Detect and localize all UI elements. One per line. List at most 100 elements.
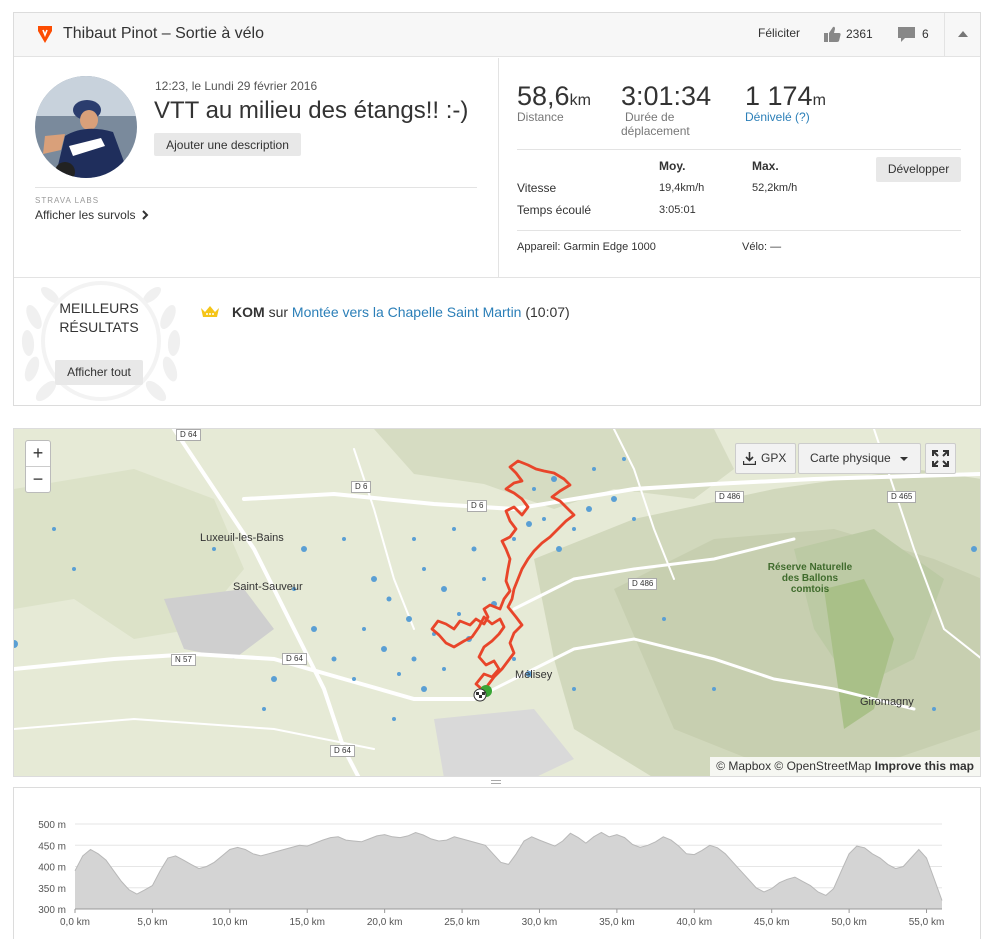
- map-type-dropdown[interactable]: Carte physique: [798, 443, 921, 474]
- caret-down-icon: [900, 457, 908, 461]
- bike-info: Vélo: —: [742, 241, 782, 253]
- town-giromagny: Giromagny: [860, 696, 914, 708]
- segment-time: (10:07): [525, 304, 570, 320]
- expand-icon: [932, 450, 949, 467]
- chevron-right-icon[interactable]: [142, 210, 149, 220]
- activity-header: Thibaut Pinot – Sortie à vélo Féliciter …: [14, 13, 980, 57]
- elapsed-time-label: Temps écoulé: [517, 203, 592, 217]
- town-luxeuil: Luxeuil-les-Bains: [200, 532, 284, 544]
- map-type-label: Carte physique: [810, 451, 891, 465]
- elevation-profile[interactable]: 500 m 450 m 400 m 350 m 300 m 0,0 km 5,0 km 10,…: [13, 787, 981, 939]
- speed-max-value: 52,2km/h: [752, 182, 798, 194]
- elapsed-time-value: 3:05:01: [659, 204, 696, 216]
- download-icon: [743, 452, 756, 465]
- y-tick-label: 450 m: [38, 841, 66, 852]
- drag-handle-icon: [491, 780, 501, 784]
- kom-achievement: KOM sur Montée vers la Chapelle Saint Ma…: [232, 304, 570, 320]
- fullscreen-button[interactable]: [925, 443, 956, 474]
- moving-time-value: 3:01:34: [621, 81, 712, 111]
- thumbs-up-icon[interactable]: [824, 26, 841, 43]
- x-tick-label: 20,0 km: [367, 917, 403, 928]
- park-label-line2: des Ballons: [781, 573, 839, 584]
- road-label: N 57: [171, 654, 196, 666]
- elevation-chart[interactable]: 500 m 450 m 400 m 350 m 300 m0,0 km 5,0 km 10,…: [14, 788, 980, 939]
- road-label: D 6: [467, 500, 488, 512]
- gpx-download-button[interactable]: GPX: [735, 443, 796, 474]
- elevation-unit: m: [812, 92, 826, 109]
- y-tick-label: 350 m: [38, 884, 66, 895]
- device-divider: [517, 230, 961, 231]
- max-column-header: Max.: [752, 159, 779, 173]
- flyby-link[interactable]: Afficher les survols: [35, 208, 135, 222]
- x-tick-label: 10,0 km: [212, 917, 248, 928]
- avg-column-header: Moy.: [659, 159, 686, 173]
- moving-time-label-1: Durée de: [625, 110, 675, 124]
- add-description-button[interactable]: Ajouter une description: [154, 133, 301, 156]
- road-label: D 486: [628, 578, 658, 590]
- park-label-line3: comtois: [790, 584, 830, 595]
- activity-header-title: Thibaut Pinot – Sortie à vélo: [63, 25, 265, 42]
- collapse-button[interactable]: [944, 13, 981, 56]
- kom-badge-text: KOM: [232, 304, 265, 320]
- road-label: D 64: [330, 745, 355, 757]
- x-tick-label: 50,0 km: [831, 917, 867, 928]
- athlete-photo-icon: [35, 76, 137, 178]
- comment-icon[interactable]: [898, 27, 915, 43]
- town-melisey: Mélisey: [515, 669, 553, 681]
- activity-datetime: 12:23, le Lundi 29 février 2016: [155, 79, 318, 93]
- improve-map-link[interactable]: Improve this map: [875, 759, 974, 773]
- route-map[interactable]: Luxeuil-les-Bains Saint-Sauveur Mélisey …: [13, 428, 981, 777]
- x-tick-label: 45,0 km: [754, 917, 790, 928]
- x-tick-label: 5,0 km: [137, 917, 167, 928]
- speed-avg-value: 19,4km/h: [659, 182, 705, 194]
- park-label-line1: Réserve Naturelle: [767, 562, 853, 573]
- x-tick-label: 40,0 km: [676, 917, 712, 928]
- map-attribution: © Mapbox © OpenStreetMap Improve this ma…: [710, 757, 980, 776]
- road-label: D 465: [887, 491, 917, 503]
- activity-card: Thibaut Pinot – Sortie à vélo Féliciter …: [13, 12, 981, 406]
- distance-value: 58,6km: [517, 81, 591, 112]
- moving-time-label-2: déplacement: [621, 124, 690, 138]
- strava-labs-label: STRAVA LABS: [35, 196, 100, 205]
- left-divider: [35, 187, 477, 188]
- x-tick-label: 30,0 km: [522, 917, 558, 928]
- zoom-out-button[interactable]: −: [26, 467, 50, 493]
- kom-on-text: sur: [268, 304, 289, 320]
- segment-link[interactable]: Montée vers la Chapelle Saint Martin: [292, 304, 522, 320]
- crown-icon: [201, 306, 219, 317]
- elevation-help-link[interactable]: Dénivelé (?): [745, 110, 810, 124]
- device-info: Appareil: Garmin Edge 1000: [517, 241, 656, 253]
- gpx-label: GPX: [761, 451, 787, 465]
- attribution-text[interactable]: © Mapbox © OpenStreetMap: [716, 759, 871, 773]
- laurel-wreath-icon: [21, 281, 181, 402]
- road-label: D 64: [176, 429, 201, 441]
- congratulate-button[interactable]: Féliciter: [758, 26, 800, 40]
- distance-number: 58,6: [517, 81, 570, 111]
- elevation-number: 1 174: [745, 81, 813, 111]
- show-all-button[interactable]: Afficher tout: [55, 360, 143, 385]
- best-results-line2: RÉSULTATS: [59, 319, 139, 335]
- develop-button[interactable]: Développer: [876, 157, 961, 182]
- x-tick-label: 0,0 km: [60, 917, 90, 928]
- map-terrain: [14, 429, 980, 776]
- elevation-value: 1 174m: [745, 81, 826, 112]
- x-tick-label: 55,0 km: [909, 917, 945, 928]
- comment-count[interactable]: 6: [922, 27, 929, 41]
- activity-title: VTT au milieu des étangs!! :-): [154, 97, 469, 124]
- y-tick-label: 300 m: [38, 905, 66, 916]
- y-tick-label: 400 m: [38, 863, 66, 874]
- athlete-avatar[interactable]: [35, 76, 137, 178]
- zoom-control: + −: [25, 440, 51, 493]
- x-tick-label: 35,0 km: [599, 917, 635, 928]
- park-label: Réserve Naturelle des Ballons comtois: [758, 562, 862, 595]
- road-label: D 64: [282, 653, 307, 665]
- elevation-area: [75, 832, 942, 909]
- zoom-in-button[interactable]: +: [26, 441, 50, 467]
- best-results-title: MEILLEURS RÉSULTATS: [44, 299, 154, 337]
- map-resize-handle[interactable]: [13, 777, 981, 787]
- column-divider: [498, 58, 499, 277]
- kudos-count[interactable]: 2361: [846, 27, 873, 41]
- distance-unit: km: [569, 92, 591, 109]
- speed-label: Vitesse: [517, 181, 557, 195]
- road-label: D 6: [351, 481, 372, 493]
